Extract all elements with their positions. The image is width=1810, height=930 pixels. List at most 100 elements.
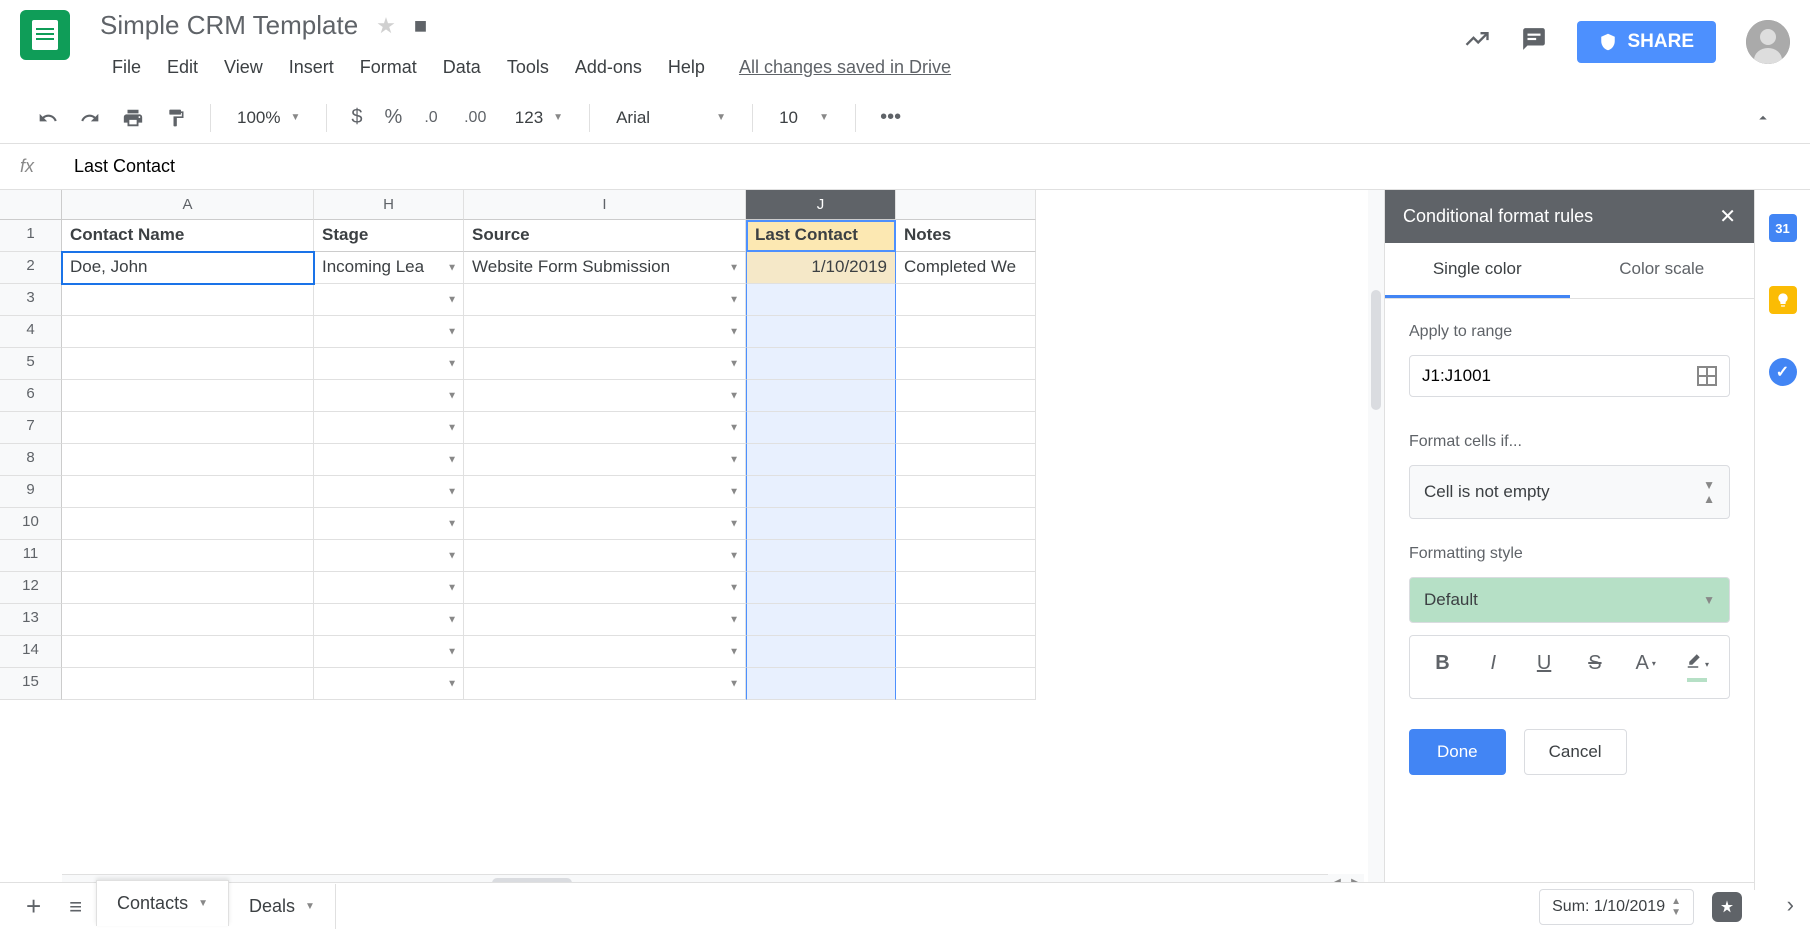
font-size-dropdown[interactable]: 10▼ [769,102,839,134]
cell[interactable]: ▼ [464,316,746,348]
row-header[interactable]: 3 [0,284,62,316]
cell[interactable] [896,540,1036,572]
cell[interactable]: Last Contact [746,220,896,252]
row-header[interactable]: 10 [0,508,62,540]
select-range-icon[interactable] [1697,366,1717,386]
font-dropdown[interactable]: Arial▼ [606,102,736,134]
menu-help[interactable]: Help [656,51,717,84]
document-title[interactable]: Simple CRM Template [100,10,358,41]
menu-edit[interactable]: Edit [155,51,210,84]
tab-single-color[interactable]: Single color [1385,243,1570,298]
menu-data[interactable]: Data [431,51,493,84]
fill-color-button[interactable]: ▾ [1672,644,1721,690]
collapse-toolbar-button[interactable] [1746,103,1780,133]
cell[interactable]: Source [464,220,746,252]
range-input-wrapper[interactable] [1409,355,1730,397]
cell[interactable]: ▼ [314,412,464,444]
side-panel-toggle-icon[interactable]: › [1787,892,1794,918]
cell[interactable]: ▼ [314,348,464,380]
column-header[interactable]: H [314,190,464,220]
all-sheets-button[interactable]: ≡ [55,894,96,920]
cell[interactable]: ▼ [464,348,746,380]
column-header[interactable]: A [62,190,314,220]
column-header[interactable]: J [746,190,896,220]
cell[interactable] [896,380,1036,412]
cell[interactable]: ▼ [464,668,746,700]
cell[interactable]: Stage [314,220,464,252]
cell[interactable]: ▼ [464,444,746,476]
cell[interactable] [746,636,896,668]
cell[interactable] [62,540,314,572]
decrease-decimal-button[interactable]: .0 [416,103,450,133]
cell[interactable] [896,636,1036,668]
comments-icon[interactable] [1521,26,1547,59]
cell[interactable] [62,604,314,636]
cell[interactable] [896,604,1036,636]
row-header[interactable]: 15 [0,668,62,700]
paint-format-button[interactable] [158,102,194,134]
cell[interactable] [746,668,896,700]
underline-button[interactable]: U [1520,644,1569,690]
cell[interactable]: Contact Name [62,220,314,252]
cell[interactable]: ▼ [314,540,464,572]
cell[interactable] [896,508,1036,540]
menu-format[interactable]: Format [348,51,429,84]
tasks-icon[interactable] [1769,358,1797,386]
cell[interactable] [746,604,896,636]
range-input[interactable] [1422,366,1697,386]
row-header[interactable]: 7 [0,412,62,444]
menu-view[interactable]: View [212,51,275,84]
cell[interactable]: ▼ [314,636,464,668]
cancel-button[interactable]: Cancel [1524,729,1627,775]
cell[interactable]: Notes [896,220,1036,252]
cell[interactable] [746,348,896,380]
print-button[interactable] [114,101,152,135]
zoom-dropdown[interactable]: 100%▼ [227,102,310,134]
menu-file[interactable]: File [100,51,153,84]
cell[interactable]: ▼ [314,316,464,348]
text-color-button[interactable]: A▾ [1621,644,1670,690]
row-header[interactable]: 6 [0,380,62,412]
cell[interactable] [62,316,314,348]
cell[interactable] [62,284,314,316]
explore-button[interactable] [1712,892,1742,922]
cell[interactable] [62,348,314,380]
spreadsheet-grid[interactable]: AHIJ1Contact NameStageSourceLast Contact… [0,190,1384,890]
row-header[interactable]: 9 [0,476,62,508]
cell[interactable] [896,668,1036,700]
cell[interactable]: Completed We [896,252,1036,284]
cell[interactable]: 1/10/2019 [746,252,896,284]
increase-decimal-button[interactable]: .00 [456,103,499,133]
trend-icon[interactable] [1463,25,1491,60]
vertical-scrollbar[interactable] [1368,190,1384,890]
cell[interactable] [746,508,896,540]
cell[interactable]: ▼ [464,380,746,412]
close-icon[interactable]: ✕ [1719,204,1736,229]
cell[interactable]: ▼ [464,636,746,668]
row-header[interactable]: 8 [0,444,62,476]
cell[interactable] [896,476,1036,508]
more-toolbar-button[interactable]: ••• [872,100,909,135]
sheet-tab-deals[interactable]: Deals▼ [229,884,336,929]
condition-select[interactable]: Cell is not empty▼▲ [1409,465,1730,519]
cell[interactable]: ▼ [464,476,746,508]
cell[interactable]: Doe, John [62,252,314,284]
cell[interactable] [896,316,1036,348]
undo-button[interactable] [30,102,66,134]
done-button[interactable]: Done [1409,729,1506,775]
cell[interactable]: Incoming Lea▼ [314,252,464,284]
cell[interactable] [896,444,1036,476]
account-avatar[interactable] [1746,20,1790,64]
cell[interactable]: ▼ [314,476,464,508]
select-all-corner[interactable] [0,190,62,220]
cell[interactable]: ▼ [314,604,464,636]
cell[interactable] [896,572,1036,604]
cell[interactable] [62,380,314,412]
cell[interactable] [746,572,896,604]
cell[interactable] [62,572,314,604]
row-header[interactable]: 1 [0,220,62,252]
cell[interactable]: ▼ [314,284,464,316]
cell[interactable] [896,284,1036,316]
folder-icon[interactable]: ■ [414,13,427,39]
cell[interactable] [62,476,314,508]
